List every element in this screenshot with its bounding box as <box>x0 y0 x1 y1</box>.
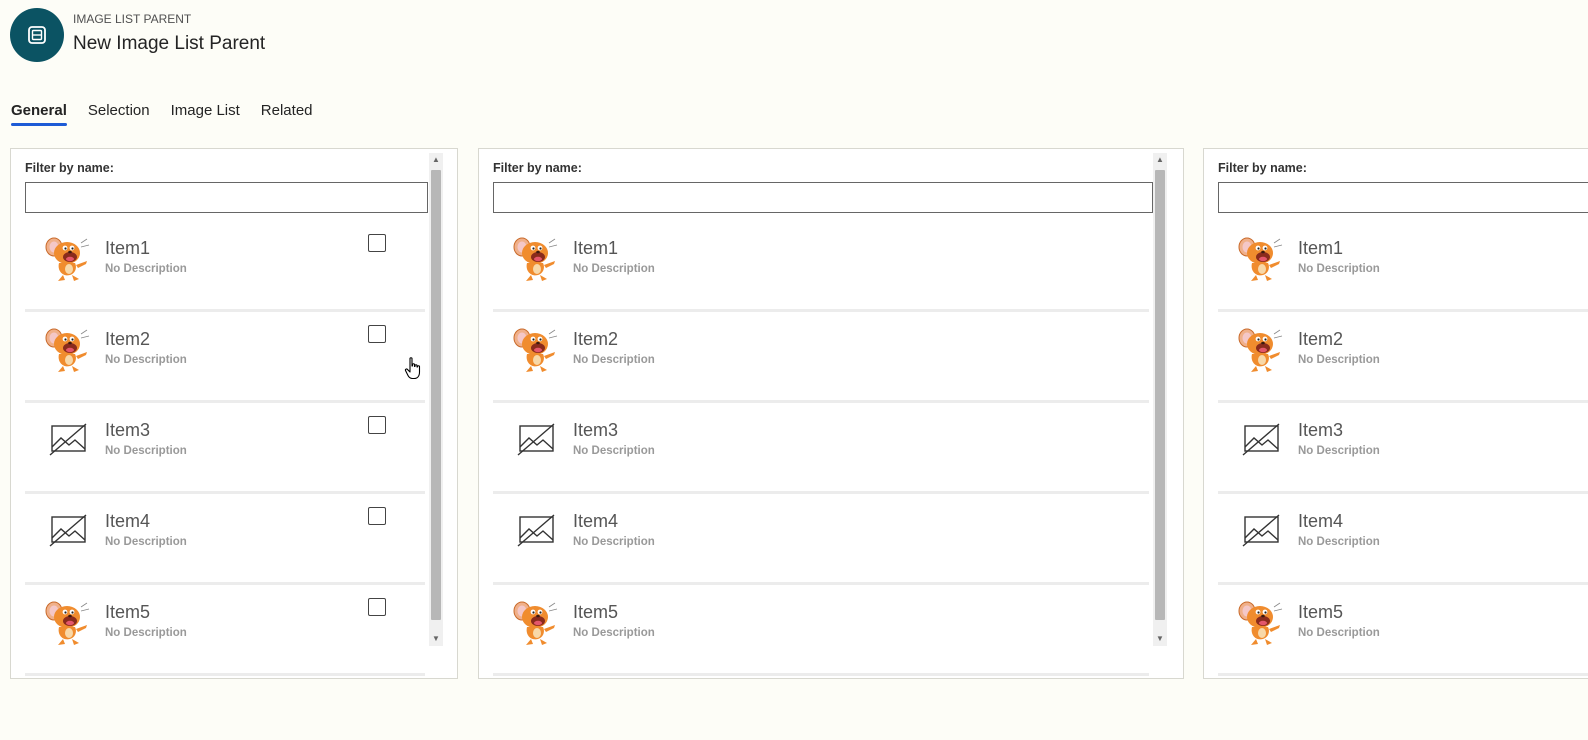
list-item[interactable]: Item2 No Description <box>493 312 1149 403</box>
scroll-up-arrow-icon[interactable]: ▲ <box>1153 153 1167 167</box>
item-description: No Description <box>105 263 187 275</box>
list-item[interactable]: Item3 No Description <box>1218 403 1588 494</box>
vertical-scrollbar[interactable]: ▲ ▼ <box>1153 153 1167 646</box>
broken-image-icon <box>1236 413 1288 465</box>
item-description: No Description <box>105 354 187 366</box>
item-description: No Description <box>573 263 655 275</box>
item-description: No Description <box>105 536 187 548</box>
scroll-thumb[interactable] <box>431 170 441 620</box>
filter-label: Filter by name: <box>1218 161 1307 175</box>
tab-selection[interactable]: Selection <box>88 102 150 126</box>
tab-related[interactable]: Related <box>261 102 313 126</box>
cartoon-mouse-image <box>43 231 95 283</box>
list-item[interactable]: Item4 No Description <box>493 494 1149 585</box>
image-list: Item1 No Description Item2 No Description It… <box>25 221 425 676</box>
list-item[interactable]: Item3 No Description <box>25 403 425 494</box>
item-description: No Description <box>1298 445 1380 457</box>
broken-image-icon <box>511 413 563 465</box>
cartoon-mouse-image <box>43 595 95 647</box>
list-item[interactable]: Item4 No Description <box>1218 494 1588 585</box>
list-item[interactable]: Item1 No Description <box>25 221 425 312</box>
cartoon-mouse-image <box>1236 322 1288 374</box>
broken-image-icon <box>43 413 95 465</box>
item-checkbox[interactable] <box>368 416 386 434</box>
tab-general[interactable]: General <box>11 102 67 126</box>
image-list-panel: Filter by name: Item1 No Description Item2 N… <box>10 148 458 679</box>
list-item[interactable]: Item2 No Description <box>1218 312 1588 403</box>
image-list: Item1 No Description Item2 No Description It… <box>1218 221 1588 676</box>
image-list-panel: Filter by name: Item1 No Description Item2 N… <box>1203 148 1588 679</box>
item-title: Item4 <box>573 511 619 531</box>
tab-image-list[interactable]: Image List <box>171 102 240 126</box>
filter-label: Filter by name: <box>493 161 582 175</box>
list-item[interactable]: Item5 No Description <box>1218 585 1588 676</box>
item-title: Item5 <box>1298 602 1344 622</box>
cartoon-mouse-image <box>511 231 563 283</box>
item-description: No Description <box>573 445 655 457</box>
item-title: Item2 <box>573 329 619 349</box>
hand-pointer-cursor-icon <box>404 357 421 380</box>
vertical-scrollbar[interactable]: ▲ ▼ <box>429 153 443 646</box>
item-title: Item3 <box>1298 420 1344 440</box>
list-item[interactable]: Item2 No Description <box>25 312 425 403</box>
item-title: Item1 <box>1298 238 1344 258</box>
scroll-down-arrow-icon[interactable]: ▼ <box>1153 632 1167 646</box>
cartoon-mouse-image <box>1236 231 1288 283</box>
item-title: Item3 <box>105 420 151 440</box>
item-description: No Description <box>573 354 655 366</box>
item-description: No Description <box>1298 263 1380 275</box>
item-description: No Description <box>573 536 655 548</box>
broken-image-icon <box>1236 504 1288 556</box>
list-item[interactable]: Item3 No Description <box>493 403 1149 494</box>
filter-input[interactable] <box>25 182 428 213</box>
cartoon-mouse-image <box>43 322 95 374</box>
entity-type-label: IMAGE LIST PARENT <box>73 12 192 26</box>
item-title: Item1 <box>573 238 619 258</box>
scroll-down-arrow-icon[interactable]: ▼ <box>429 632 443 646</box>
item-title: Item1 <box>105 238 151 258</box>
page-title: New Image List Parent <box>73 33 266 54</box>
image-list: Item1 No Description Item2 No Description It… <box>493 221 1149 676</box>
item-divider <box>25 673 425 676</box>
broken-image-icon <box>511 504 563 556</box>
item-divider <box>1218 673 1588 676</box>
item-title: Item3 <box>573 420 619 440</box>
list-item[interactable]: Item1 No Description <box>493 221 1149 312</box>
item-title: Item5 <box>105 602 151 622</box>
item-description: No Description <box>105 445 187 457</box>
list-item[interactable]: Item1 No Description <box>1218 221 1588 312</box>
scroll-thumb[interactable] <box>1155 170 1165 620</box>
cartoon-mouse-image <box>511 322 563 374</box>
item-divider <box>493 673 1149 676</box>
list-item[interactable]: Item4 No Description <box>25 494 425 585</box>
item-title: Item5 <box>573 602 619 622</box>
table-icon <box>10 8 64 62</box>
list-item[interactable]: Item5 No Description <box>493 585 1149 676</box>
item-checkbox[interactable] <box>368 598 386 616</box>
cartoon-mouse-image <box>1236 595 1288 647</box>
item-description: No Description <box>1298 627 1380 639</box>
list-item[interactable]: Item5 No Description <box>25 585 425 676</box>
image-list-panel: Filter by name: Item1 No Description Item2 N… <box>478 148 1184 679</box>
item-title: Item4 <box>1298 511 1344 531</box>
item-description: No Description <box>573 627 655 639</box>
cartoon-mouse-image <box>511 595 563 647</box>
item-checkbox[interactable] <box>368 234 386 252</box>
item-checkbox[interactable] <box>368 507 386 525</box>
filter-input[interactable] <box>493 182 1153 213</box>
item-title: Item2 <box>1298 329 1344 349</box>
broken-image-icon <box>43 504 95 556</box>
item-checkbox[interactable] <box>368 325 386 343</box>
filter-input[interactable] <box>1218 182 1588 213</box>
item-title: Item4 <box>105 511 151 531</box>
item-description: No Description <box>1298 354 1380 366</box>
scroll-up-arrow-icon[interactable]: ▲ <box>429 153 443 167</box>
item-title: Item2 <box>105 329 151 349</box>
tab-bar: General Selection Image List Related <box>11 102 334 126</box>
item-description: No Description <box>105 627 187 639</box>
filter-label: Filter by name: <box>25 161 114 175</box>
item-description: No Description <box>1298 536 1380 548</box>
